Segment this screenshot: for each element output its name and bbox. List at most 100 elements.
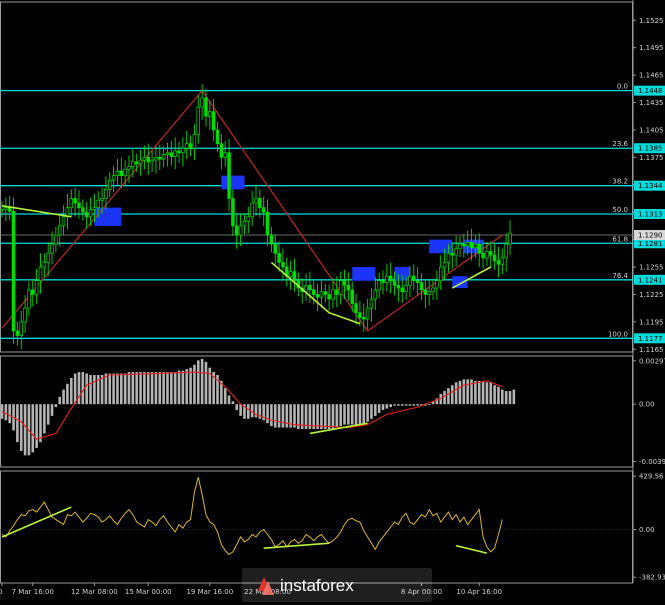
macd-histogram-bar: [450, 385, 454, 405]
fib-ratio-label: 23.6: [612, 140, 628, 148]
candle-body: [412, 275, 416, 282]
macd-histogram-bar: [77, 372, 81, 405]
fib-price-label: 1.1281: [638, 240, 663, 248]
macd-histogram-bar: [139, 372, 142, 405]
price-tick-label: 1.1375: [639, 154, 664, 162]
macd-histogram-bar: [189, 367, 192, 405]
macd-histogram-bar: [223, 388, 227, 405]
fib-ratio-label: 76.4: [612, 272, 628, 280]
candle-body: [381, 280, 385, 283]
macd-histogram-bar: [162, 372, 165, 405]
macd-panel: 0.00297 0.00 -0.00392: [0, 355, 665, 468]
macd-histogram-bar: [323, 404, 327, 430]
candle-body: [385, 275, 389, 283]
candle-body: [473, 243, 478, 249]
candle-body: [158, 157, 162, 160]
macd-histogram-bar: [108, 373, 112, 405]
candle-body: [327, 294, 331, 300]
candle-body: [319, 291, 324, 298]
macd-histogram-bar: [8, 404, 11, 424]
candle-body: [138, 159, 143, 165]
macd-histogram-bar: [177, 370, 181, 405]
macd-histogram-bar: [400, 404, 404, 406]
macd-histogram-bar: [343, 404, 346, 425]
candle-body: [54, 234, 58, 245]
fib-ratio-label: 0.0: [617, 83, 628, 91]
macd-histogram-bar: [477, 380, 481, 405]
candle-body: [69, 198, 74, 208]
candle-body: [331, 289, 335, 300]
price-tick-label: 1.1225: [639, 291, 664, 299]
macd-histogram-bar: [443, 391, 446, 405]
macd-histogram-bar: [489, 382, 493, 405]
macd-histogram-bar: [404, 404, 408, 406]
macd-histogram-bar: [501, 389, 504, 405]
order-block-zone: [221, 175, 245, 190]
macd-histogram-bar: [120, 373, 123, 405]
macd-histogram-bar: [358, 404, 362, 427]
price-panel: 1.15251.14951.14651.14351.14051.13751.13…: [0, 0, 665, 583]
candle-body: [154, 157, 158, 161]
macd-histogram-bar: [285, 404, 289, 428]
macd-histogram-bar: [31, 404, 35, 453]
macd-histogram-bar: [16, 404, 19, 443]
macd-histogram-bar: [69, 377, 73, 405]
macd-histogram-bar: [374, 404, 377, 416]
macd-histogram-bar: [239, 404, 242, 416]
candle-body: [254, 198, 258, 204]
macd-histogram-bar: [200, 358, 204, 405]
time-tick-label: 7 Mar 16:00: [12, 588, 54, 596]
macd-histogram-bar: [447, 388, 450, 405]
candle-body: [104, 188, 108, 199]
candle-body: [235, 225, 239, 236]
candle-body: [373, 289, 378, 300]
candle-body: [181, 147, 185, 154]
fib-price-label: 1.1177: [638, 335, 663, 343]
macd-histogram-bar: [370, 404, 373, 419]
price-panel-frame: [0, 1, 633, 353]
macd-histogram-bar: [466, 379, 469, 405]
candle-body: [200, 97, 204, 108]
macd-histogram-bar: [416, 404, 419, 406]
order-block-zone: [352, 267, 376, 281]
macd-histogram-bar: [458, 380, 462, 405]
candle-body: [431, 287, 435, 293]
macd-histogram-bar: [173, 372, 177, 405]
candle-body: [288, 271, 293, 277]
candle-body: [165, 152, 170, 155]
price-tick-label: 1.1465: [639, 72, 664, 80]
macd-histogram-bar: [270, 404, 273, 427]
macd-histogram-bar: [408, 404, 412, 406]
time-tick-label: 12 Mar 08:00: [71, 588, 118, 596]
fib-price-label: 1.1344: [638, 182, 663, 190]
candle-body: [342, 280, 347, 286]
macd-histogram-bar: [377, 404, 381, 413]
candle-body: [111, 175, 116, 181]
macd-histogram-bar: [462, 379, 466, 405]
macd-histogram-bar: [66, 383, 69, 405]
candle-body: [108, 179, 112, 190]
candle-body: [504, 243, 508, 259]
macd-histogram-bar: [104, 373, 108, 405]
candle-body: [500, 257, 505, 265]
candle-body: [404, 284, 408, 293]
fib-price-label: 1.1313: [638, 211, 663, 219]
candle-body: [211, 111, 216, 131]
candle-body: [208, 111, 212, 117]
candle-body: [369, 298, 374, 309]
fib-price-label: 1.1385: [638, 145, 663, 153]
macd-histogram-bar: [393, 404, 396, 406]
macd-histogram-bar: [62, 389, 65, 405]
candle-body: [238, 225, 243, 236]
candle-body: [192, 134, 197, 149]
candle-body: [273, 243, 277, 254]
candle-body: [223, 152, 227, 158]
time-tick-label: 10 Apr 16:00: [456, 588, 502, 596]
candle-body: [388, 275, 393, 282]
candle-body: [323, 291, 328, 295]
macd-histogram-bar: [481, 380, 485, 405]
candle-body: [435, 280, 439, 289]
candle-body: [23, 307, 27, 323]
macd-histogram-bar: [454, 382, 458, 405]
macd-histogram-bar: [4, 404, 8, 421]
